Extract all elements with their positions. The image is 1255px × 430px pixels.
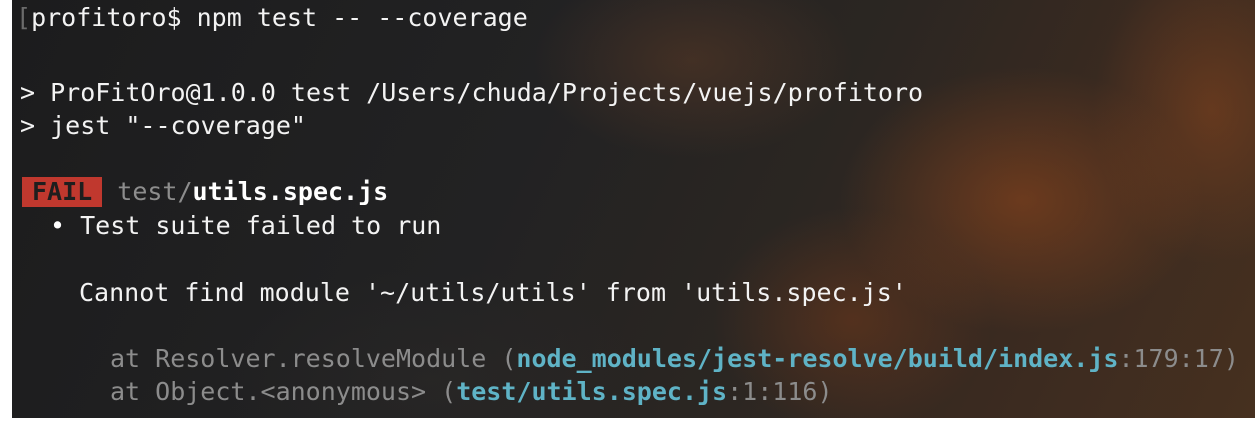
error-message: Cannot find module '~/utils/utils' from …	[79, 278, 907, 307]
error-title: Test suite failed to run	[80, 211, 442, 240]
stack-trace-line: at Object.<anonymous> (test/utils.spec.j…	[110, 377, 833, 407]
npm-script-command: > jest "--coverage"	[20, 111, 306, 140]
error-title-line: • Test suite failed to run	[50, 211, 441, 241]
stack-frame-prefix: at Object.<anonymous> (	[110, 377, 457, 406]
stack-trace-line: at Resolver.resolveModule (node_modules/…	[110, 344, 1239, 374]
npm-script-header: > ProFitOro@1.0.0 test /Users/chuda/Proj…	[20, 78, 924, 107]
stack-frame-location: :1:116	[727, 377, 818, 406]
stack-frame-location: :179:17	[1118, 344, 1224, 373]
terminal-window[interactable]: [profitoro$ npm test -- --coverage > Pro…	[12, 0, 1255, 418]
stack-frame-prefix: at Resolver.resolveModule (	[110, 344, 517, 373]
bullet-icon: •	[50, 211, 66, 240]
test-file-dir: test/	[117, 177, 193, 206]
stack-frame-suffix: )	[817, 377, 833, 406]
stack-frame-suffix: )	[1223, 344, 1239, 373]
prompt-bracket: [	[16, 3, 32, 32]
command-prompt-line: [profitoro$ npm test -- --coverage	[16, 3, 528, 33]
test-result-line: FAIL test/utils.spec.js	[20, 177, 388, 207]
stack-frame-path: test/utils.spec.js	[456, 377, 728, 406]
fail-badge: FAIL	[22, 177, 103, 207]
test-file-name: utils.spec.js	[192, 177, 389, 206]
stack-frame-path: node_modules/jest-resolve/build/index.js	[516, 344, 1119, 373]
prompt-command: profitoro$ npm test -- --coverage	[31, 3, 528, 32]
